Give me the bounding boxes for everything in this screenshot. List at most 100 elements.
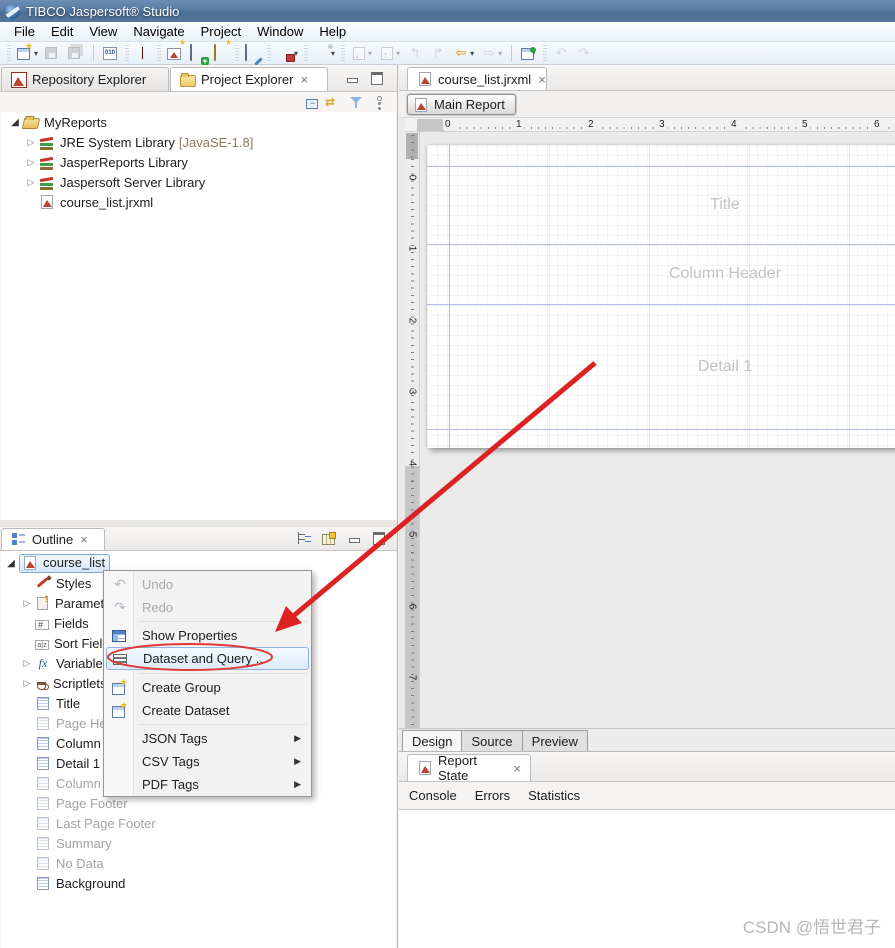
link-errors[interactable]: Errors <box>475 788 510 803</box>
close-tab-icon[interactable]: × <box>80 532 88 547</box>
toolbar-grip <box>157 45 162 61</box>
export-icon <box>381 47 394 60</box>
close-tab-icon[interactable]: × <box>300 72 308 87</box>
expander-icon[interactable]: ▷ <box>23 177 39 188</box>
edit-datasource-button[interactable] <box>243 43 263 63</box>
main-report-button[interactable]: Main Report <box>407 94 516 115</box>
band-boundary-title[interactable] <box>427 244 895 245</box>
close-tab-icon[interactable]: × <box>538 72 546 87</box>
menu-file[interactable]: File <box>6 22 43 41</box>
expander-icon[interactable]: ▷ <box>23 137 39 148</box>
link-statistics[interactable]: Statistics <box>528 788 580 803</box>
next-edit-forward-button[interactable]: ↱ <box>428 43 448 63</box>
band-boundary-top-margin[interactable] <box>427 166 895 167</box>
menu-item-create-group[interactable]: Create Group <box>106 676 309 699</box>
tab-source[interactable]: Source <box>461 730 523 751</box>
run-report-button[interactable]: ▾ <box>275 43 300 63</box>
tree-item-jre-library[interactable]: ▷ JRE System Library [JavaSE-1.8] <box>1 132 396 152</box>
tree-item-course-list-jrxml[interactable]: course_list.jrxml <box>1 192 396 212</box>
save-icon <box>45 47 58 59</box>
tab-course-list-jrxml[interactable]: course_list.jrxml × <box>407 67 547 90</box>
menu-item-undo[interactable]: ↶ Undo <box>106 573 309 596</box>
new-wizard-icon <box>112 700 128 718</box>
tree-item-jasperreports-library[interactable]: ▷ JasperReports Library <box>1 152 396 172</box>
menu-separator <box>138 724 307 725</box>
menu-item-dataset-and-query[interactable]: Dataset and Query ... <box>106 647 309 670</box>
menu-item-pdf-tags[interactable]: PDF Tags ▶ <box>106 773 309 796</box>
menu-help[interactable]: Help <box>311 22 354 41</box>
binary-file-button[interactable]: 010 <box>101 43 121 63</box>
outline-item-no-data-band[interactable]: No Data <box>1 853 396 873</box>
outline-item-last-page-footer-band[interactable]: Last Page Footer <box>1 813 396 833</box>
menu-project[interactable]: Project <box>193 22 249 41</box>
collapse-all-icon[interactable] <box>306 98 318 109</box>
new-wizard-button[interactable]: ▾ <box>15 41 40 63</box>
library-icon <box>39 134 55 151</box>
tab-preview[interactable]: Preview <box>521 730 588 751</box>
filter-icon[interactable] <box>348 94 364 110</box>
undo-button[interactable]: ↶ <box>551 43 571 63</box>
export-button[interactable]: ▾ <box>377 43 402 63</box>
editor-column: course_list.jrxml × Main Report 0 1 2 3 … <box>399 65 895 948</box>
report-icon <box>419 761 431 775</box>
ruler-number: 5 <box>406 531 418 538</box>
grid-line <box>649 145 650 448</box>
restore-panel-icon[interactable] <box>371 531 385 545</box>
pin-editor-button[interactable] <box>519 43 539 63</box>
view-menu-icon[interactable] <box>371 94 387 110</box>
maximize-panel-icon[interactable] <box>369 71 383 85</box>
menu-view[interactable]: View <box>81 22 125 41</box>
save-button[interactable] <box>43 43 63 63</box>
forward-history-button[interactable]: ⇨ ▾ <box>479 43 504 63</box>
show-as-table-icon[interactable] <box>322 532 336 545</box>
import-button[interactable]: ▾ <box>349 43 374 63</box>
expander-icon[interactable]: ▷ <box>19 658 35 669</box>
expand-layout-icon[interactable] <box>295 531 311 547</box>
menu-item-label: JSON Tags <box>142 731 208 746</box>
link-console[interactable]: Console <box>409 788 457 803</box>
expander-icon[interactable]: ▷ <box>19 598 35 609</box>
tree-item-jaspersoft-server-library[interactable]: ▷ Jaspersoft Server Library <box>1 172 396 192</box>
project-explorer-icon <box>180 72 196 87</box>
tab-project-explorer[interactable]: Project Explorer × <box>170 67 328 91</box>
report-page-canvas[interactable]: Title Column Header Detail 1 <box>427 145 895 448</box>
tab-outline[interactable]: Outline × <box>1 528 105 550</box>
expander-icon[interactable]: ▷ <box>23 157 39 168</box>
expander-icon[interactable]: ▷ <box>19 678 35 689</box>
expander-icon[interactable]: ◢ <box>3 558 19 569</box>
new-report-button[interactable] <box>165 38 186 63</box>
expander-icon[interactable]: ◢ <box>7 117 23 128</box>
last-edit-back-button[interactable]: ↰ <box>405 43 425 63</box>
save-all-button[interactable] <box>66 43 86 63</box>
menu-item-show-properties[interactable]: Show Properties <box>106 624 309 647</box>
band-boundary-column-header[interactable] <box>427 304 895 305</box>
new-style-button[interactable] <box>211 38 232 63</box>
back-history-button[interactable]: ⇦ ▾ <box>451 43 476 63</box>
tab-repository-explorer[interactable]: Repository Explorer <box>1 67 169 91</box>
menu-item-redo[interactable]: ↷ Redo <box>106 596 309 619</box>
link-with-editor-icon[interactable]: ⇄ <box>325 94 341 110</box>
debug-button[interactable] <box>133 43 153 63</box>
menu-item-json-tags[interactable]: JSON Tags ▶ <box>106 727 309 750</box>
tree-item-myreports[interactable]: ◢ MyReports <box>1 112 396 132</box>
tab-report-state[interactable]: Report State × <box>407 753 531 783</box>
menu-item-create-dataset[interactable]: Create Dataset <box>106 699 309 722</box>
binary-file-icon: 010 <box>103 47 118 60</box>
grid-line <box>849 145 850 448</box>
menu-item-csv-tags[interactable]: CSV Tags ▶ <box>106 750 309 773</box>
close-tab-icon[interactable]: × <box>513 761 521 776</box>
menu-edit[interactable]: Edit <box>43 22 81 41</box>
band-label-column-header: Column Header <box>668 265 782 282</box>
menu-window[interactable]: Window <box>249 22 311 41</box>
outline-item-background-band[interactable]: Background <box>1 873 396 893</box>
panel-sash[interactable] <box>0 520 397 527</box>
band-boundary-detail[interactable] <box>427 429 895 430</box>
minimize-panel-icon[interactable] <box>347 531 361 543</box>
publish-button[interactable]: ▾ <box>312 43 337 63</box>
new-datasource-button[interactable] <box>188 43 210 65</box>
redo-button[interactable]: ↷ <box>574 43 594 63</box>
outline-item-summary-band[interactable]: Summary <box>1 833 396 853</box>
styles-brush-icon <box>35 575 51 591</box>
minimize-panel-icon[interactable] <box>345 71 359 83</box>
tab-design[interactable]: Design <box>402 730 463 751</box>
